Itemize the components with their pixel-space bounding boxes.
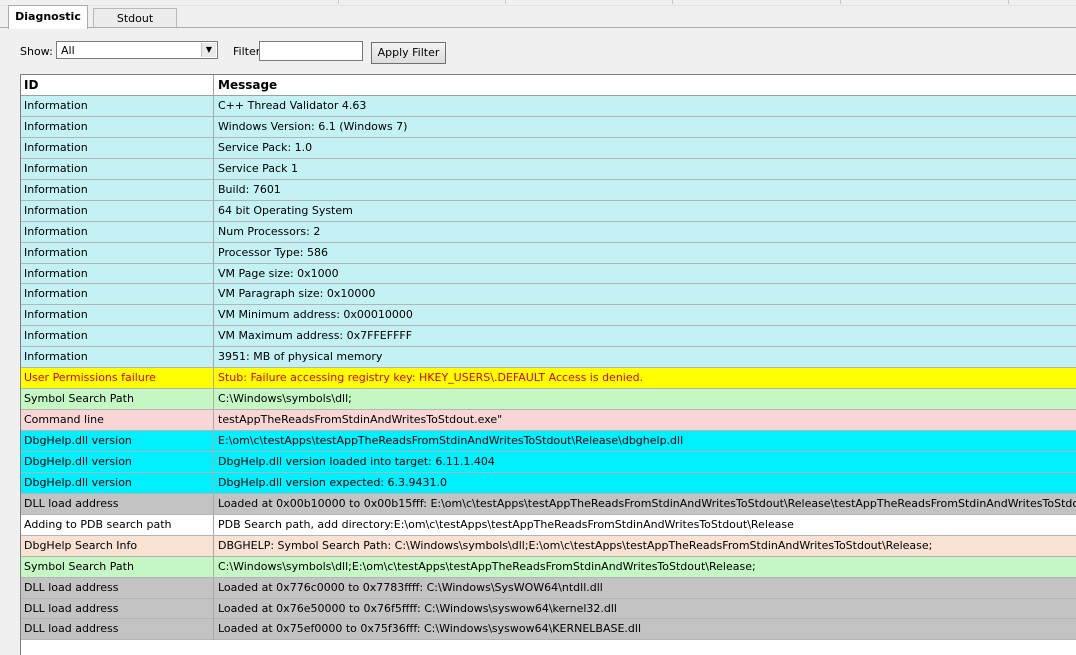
row-message: Num Processors: 2 [218, 224, 321, 238]
row-message: 64 bit Operating System [218, 203, 353, 217]
table-row[interactable]: Information Windows Version: 6.1 (Windows… [21, 116, 1076, 138]
table-row[interactable]: Symbol Search Path C:\Windows\symbols\dll… [21, 556, 1076, 578]
row-id: Information [21, 158, 214, 179]
row-id: Information [21, 137, 214, 158]
row-id: Information [21, 242, 214, 263]
row-message: C:\Windows\symbols\dll;E:\om\c\testApps\… [218, 559, 756, 573]
table-row[interactable]: User Permissions failure Stub: Failure ac… [21, 368, 1076, 390]
row-message: testAppTheReadsFromStdinAndWritesToStdou… [218, 413, 503, 427]
row-message: C++ Thread Validator 4.63 [218, 99, 367, 112]
chevron-down-icon[interactable]: ▼ [201, 43, 216, 57]
column-header-id[interactable]: ID [21, 75, 214, 95]
row-message: DbgHelp.dll version loaded into target: … [218, 454, 495, 468]
row-message: Build: 7601 [218, 182, 281, 196]
row-id: Command line [21, 410, 214, 430]
row-message: E:\om\c\testApps\testAppTheReadsFromStdi… [218, 434, 684, 447]
show-dropdown[interactable]: All ▼ [56, 41, 218, 59]
diagnostic-table: ID Message Information C++ Thread Validat… [20, 74, 1076, 655]
show-label: Show: [20, 45, 53, 58]
row-message: Stub: Failure accessing registry key: HK… [218, 371, 644, 385]
row-id: Information [21, 347, 214, 368]
row-id: Symbol Search Path [21, 389, 214, 410]
filter-input[interactable] [259, 41, 363, 61]
tab-diagnostic[interactable]: Diagnostic [8, 5, 88, 29]
apply-filter-button[interactable]: Apply Filter [371, 42, 446, 64]
row-id: Information [21, 326, 214, 347]
table-row[interactable]: DLL load address Loaded at 0x776c0000 to … [21, 577, 1076, 599]
table-row[interactable]: DbgHelp.dll version E:\om\c\testApps\test… [21, 431, 1076, 452]
row-id: Information [21, 221, 214, 242]
row-message: Service Pack 1 [218, 161, 298, 175]
table-row[interactable]: Information 64 bit Operating System [21, 200, 1076, 222]
row-message: VM Page size: 0x1000 [218, 266, 339, 280]
row-id: DLL load address [21, 598, 214, 619]
table-row[interactable]: DLL load address Loaded at 0x00b10000 to … [21, 493, 1076, 515]
row-id: Adding to PDB search path [21, 514, 214, 535]
table-row[interactable]: Information VM Minimum address: 0x0001000… [21, 305, 1076, 327]
table-row[interactable]: Information 3951: MB of physical memory [21, 347, 1076, 369]
table-row[interactable]: DbgHelp Search Info DBGHELP: Symbol Searc… [21, 535, 1076, 557]
row-message: Loaded at 0x75ef0000 to 0x75f36fff: C:\W… [218, 622, 642, 636]
row-message: Processor Type: 586 [218, 245, 328, 259]
table-row[interactable]: Information Build: 7601 [21, 179, 1076, 201]
table-row[interactable]: Information VM Page size: 0x1000 [21, 263, 1076, 285]
table-row[interactable]: Symbol Search Path C:\Windows\symbols\dll… [21, 389, 1076, 411]
row-message: VM Maximum address: 0x7FFEFFFF [218, 329, 413, 343]
row-id: DbgHelp Search Info [21, 535, 214, 556]
table-row[interactable]: DLL load address Loaded at 0x76e50000 to … [21, 598, 1076, 620]
table-row[interactable]: Command line testAppTheReadsFromStdinAndW… [21, 410, 1076, 431]
table-row[interactable]: DLL load address Loaded at 0x75ef0000 to … [21, 619, 1076, 641]
row-message: Loaded at 0x776c0000 to 0x7783ffff: C:\W… [218, 580, 603, 594]
filter-toolbar: Show: All ▼ Filter: Apply Filter [0, 28, 1076, 70]
table-row[interactable]: Information Service Pack 1 [21, 158, 1076, 180]
table-header: ID Message [21, 75, 1076, 96]
row-message: VM Minimum address: 0x00010000 [218, 308, 413, 322]
row-id: DbgHelp.dll version [21, 472, 214, 493]
column-header-message[interactable]: Message [214, 75, 1076, 95]
row-message: Loaded at 0x76e50000 to 0x76f5ffff: C:\W… [218, 601, 617, 615]
row-id: Information [21, 284, 214, 305]
row-id: Information [21, 263, 214, 284]
show-dropdown-value: All [61, 44, 75, 57]
table-row[interactable]: Adding to PDB search path PDB Search path… [21, 514, 1076, 536]
table-row[interactable]: DbgHelp.dll version DbgHelp.dll version e… [21, 472, 1076, 494]
top-strip [0, 0, 1076, 6]
table-row[interactable]: DbgHelp.dll version DbgHelp.dll version l… [21, 451, 1076, 473]
row-id: Information [21, 305, 214, 326]
row-id: Information [21, 179, 214, 200]
row-id: DbgHelp.dll version [21, 451, 214, 472]
row-message: PDB Search path, add directory:E:\om\c\t… [218, 517, 794, 531]
table-row[interactable]: Information C++ Thread Validator 4.63 [21, 96, 1076, 117]
row-message: VM Paragraph size: 0x10000 [218, 287, 376, 301]
row-id: Information [21, 96, 214, 116]
row-message: Windows Version: 6.1 (Windows 7) [218, 119, 408, 133]
row-message: DbgHelp.dll version expected: 6.3.9431.0 [218, 475, 448, 489]
row-id: DbgHelp.dll version [21, 431, 214, 451]
row-id: Symbol Search Path [21, 556, 214, 577]
row-message: Service Pack: 1.0 [218, 140, 313, 154]
row-id: DLL load address [21, 577, 214, 598]
row-id: Information [21, 200, 214, 221]
row-id: User Permissions failure [21, 368, 214, 389]
table-row[interactable]: Information Processor Type: 586 [21, 242, 1076, 264]
row-id: Information [21, 116, 214, 137]
table-row[interactable]: Information VM Paragraph size: 0x10000 [21, 284, 1076, 306]
table-row[interactable]: Information VM Maximum address: 0x7FFEFFF… [21, 326, 1076, 348]
table-row[interactable]: Information Service Pack: 1.0 [21, 137, 1076, 159]
tab-stdout[interactable]: Stdout [93, 8, 177, 28]
row-id: DLL load address [21, 619, 214, 640]
row-message: DBGHELP: Symbol Search Path: C:\Windows\… [218, 538, 933, 552]
row-message: 3951: MB of physical memory [218, 350, 383, 364]
table-body: Information C++ Thread Validator 4.63 Info… [21, 96, 1076, 641]
table-row[interactable]: Information Num Processors: 2 [21, 221, 1076, 243]
row-id: DLL load address [21, 493, 214, 514]
row-message: Loaded at 0x00b10000 to 0x00b15fff: E:\o… [218, 496, 1076, 510]
row-message: C:\Windows\symbols\dll; [218, 392, 352, 406]
